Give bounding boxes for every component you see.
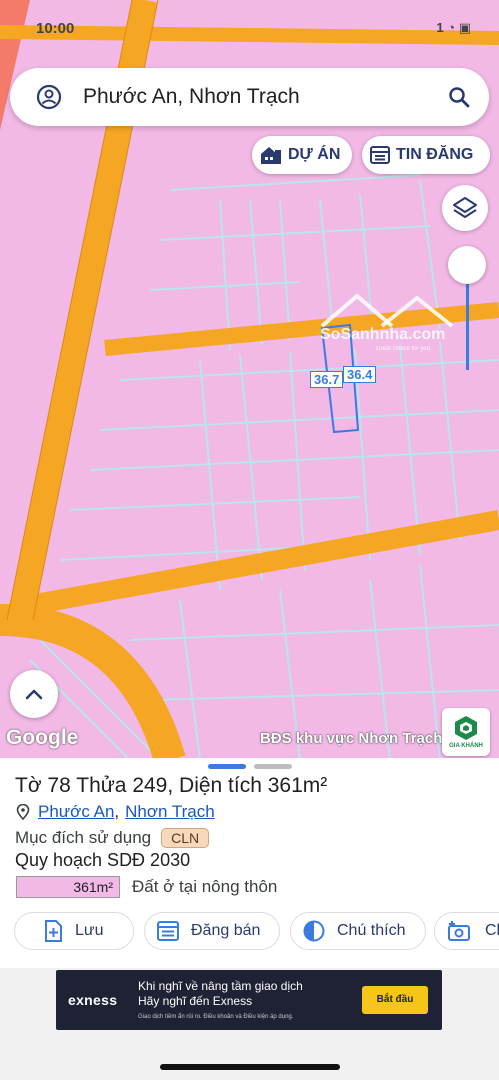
post-sale-button-label: Đăng bán <box>191 922 261 939</box>
search-icon[interactable] <box>447 85 471 109</box>
layers-icon <box>453 197 477 218</box>
google-logo: Google <box>6 726 79 749</box>
status-time: 10:00 <box>36 20 75 37</box>
district-link[interactable]: Nhơn Trạch <box>125 802 215 822</box>
location-separator: , <box>114 802 120 821</box>
purpose-label: Mục đích sử dụng <box>15 828 152 847</box>
chevron-up-icon <box>25 689 43 700</box>
dimension-label-left: 36.7 <box>310 371 344 388</box>
legend-label: Đất ở tại nông thôn <box>132 877 278 896</box>
projects-chip-label: DỰ ÁN <box>288 146 341 163</box>
expand-sheet-button[interactable] <box>10 670 58 718</box>
listing-icon <box>157 921 179 941</box>
search-bar[interactable]: Phước An, Nhơn Trạch <box>10 68 489 126</box>
listings-chip-label: TIN ĐĂNG <box>396 146 474 163</box>
ad-fine-print: Giao dịch tiềm ẩn rủi ro. Điều khoản và … <box>138 1014 294 1020</box>
projects-chip[interactable]: DỰ ÁN <box>252 136 352 174</box>
location-pin-icon <box>16 804 30 820</box>
status-icons: 1 ◔ ▣ <box>436 20 471 35</box>
ad-headline-1: Khi nghĩ về nâng tầm giao dịch <box>138 979 303 993</box>
land-plan-title: Quy hoạch SDĐ 2030 <box>15 850 191 870</box>
parcel-info-sheet: Tờ 78 Thửa 249, Diện tích 361m² Phước An… <box>0 758 499 968</box>
opacity-slider-thumb[interactable] <box>448 246 486 284</box>
plan-legend: 361m² Đất ở tại nông thôn <box>16 876 277 898</box>
map-caption: BĐS khu vực Nhơn Trạch <box>260 730 443 747</box>
sheet-handle-active[interactable] <box>208 764 246 769</box>
add-bookmark-icon <box>45 920 62 942</box>
parcel-location: Phước An , Nhơn Trạch <box>16 802 215 822</box>
land-use-purpose: Mục đích sử dụng CLN <box>15 828 210 848</box>
photo-button[interactable]: Ch <box>434 912 499 950</box>
status-bar: 10:00 1 ◔ ▣ <box>0 18 499 44</box>
listing-icon <box>370 146 390 164</box>
photo-button-label: Ch <box>485 922 499 939</box>
save-button[interactable]: Lưu <box>14 912 134 950</box>
opacity-slider-track[interactable] <box>466 270 469 370</box>
post-sale-button[interactable]: Đăng bán <box>144 912 280 950</box>
ad-area: exness Khi nghĩ về nâng tầm giao dịch Hã… <box>0 968 499 1080</box>
listings-chip[interactable]: TIN ĐĂNG <box>362 136 490 174</box>
agency-logo-mark <box>455 716 477 740</box>
legend-button-label: Chú thích <box>337 922 406 939</box>
home-indicator[interactable] <box>160 1064 340 1070</box>
agency-logo[interactable]: GIA KHÁNH <box>442 708 490 756</box>
building-icon <box>261 147 281 164</box>
sheet-handles[interactable] <box>208 764 292 770</box>
add-photo-icon <box>448 921 470 941</box>
search-input[interactable]: Phước An, Nhơn Trạch <box>83 85 300 109</box>
ad-brand: exness <box>68 992 118 1008</box>
save-button-label: Lưu <box>75 922 104 939</box>
ad-headline-2: Hãy nghĩ đến Exness <box>138 994 253 1008</box>
watermark-logo: SoSanhnha.com Great choice for you <box>312 290 462 370</box>
agency-name: GIA KHÁNH <box>449 743 483 749</box>
ward-link[interactable]: Phước An <box>38 802 114 822</box>
user-icon[interactable] <box>36 84 62 110</box>
parcel-title: Tờ 78 Thửa 249, Diện tích 361m² <box>15 774 328 797</box>
layers-button[interactable] <box>442 185 488 231</box>
legend-swatch: 361m² <box>16 876 120 898</box>
sheet-handle-inactive[interactable] <box>254 764 292 769</box>
action-bar: Lưu Đăng bán Chú thích C <box>14 912 499 950</box>
contrast-icon <box>303 920 325 942</box>
ad-banner[interactable]: exness Khi nghĩ về nâng tầm giao dịch Hã… <box>56 970 442 1030</box>
ad-cta-button[interactable]: Bắt đầu <box>362 986 428 1014</box>
legend-button[interactable]: Chú thích <box>290 912 426 950</box>
purpose-code-badge: CLN <box>161 828 210 848</box>
